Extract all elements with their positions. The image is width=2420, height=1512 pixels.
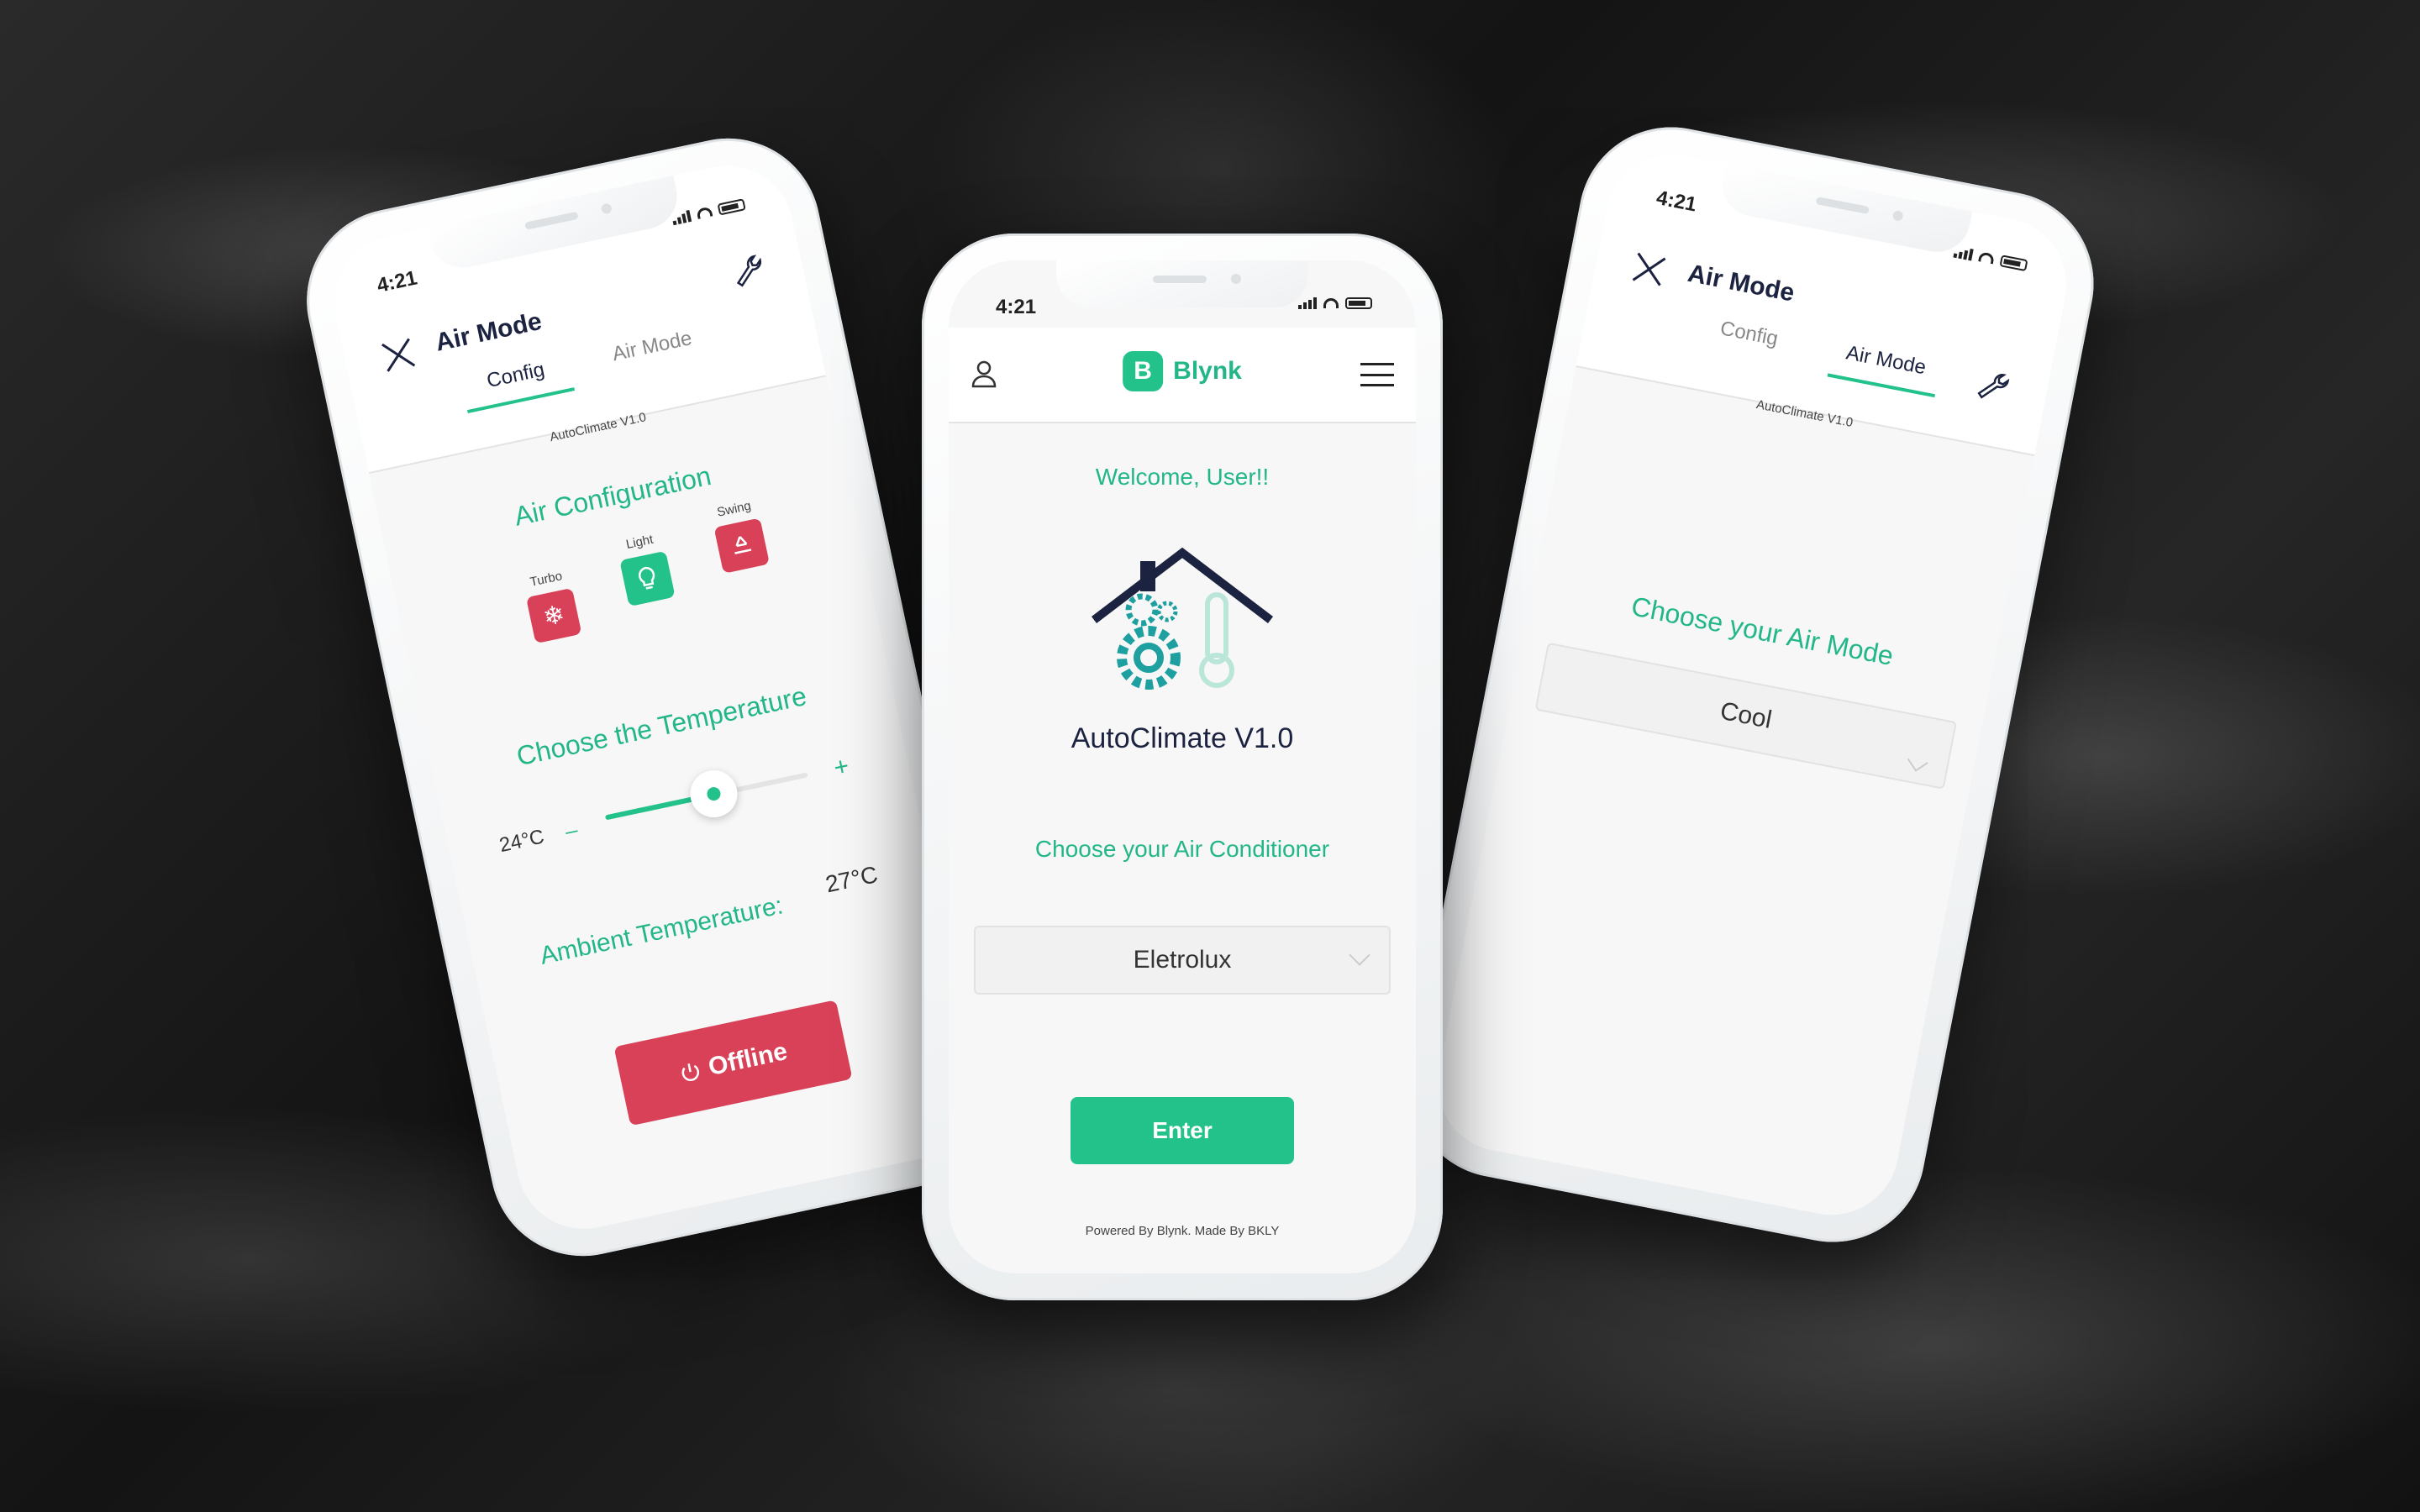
ambient-value: 27°C — [823, 861, 881, 898]
status-icons — [1298, 297, 1372, 309]
offline-label: Offline — [706, 1037, 790, 1082]
wrench-icon[interactable] — [729, 251, 768, 291]
home-header: B Blynk — [949, 328, 1416, 423]
decrease-button[interactable]: – — [563, 816, 581, 844]
house-climate-icon — [1091, 547, 1274, 690]
wifi-icon — [696, 206, 713, 220]
header-title: Air Mode — [1685, 259, 1797, 307]
tab-air-mode[interactable]: Air Mode — [597, 323, 712, 384]
signal-icon — [1953, 246, 1974, 261]
ambient-label: Ambient Temperature: — [537, 891, 786, 970]
option-label: Turbo — [529, 569, 564, 590]
tab-air-mode[interactable]: Air Mode — [1827, 339, 1942, 398]
option-light[interactable]: Light — [613, 530, 677, 607]
home-screen: 4:21 B Blynk Welcome, User!! AutoClimate… — [949, 260, 1416, 1273]
option-label: Swing — [715, 498, 753, 520]
status-icons — [1953, 246, 2028, 272]
wifi-icon — [1323, 298, 1339, 308]
hamburger-menu-icon[interactable] — [1360, 363, 1394, 386]
config-nav: Air Mode Config Air Mode AutoClimate V1.… — [334, 211, 825, 472]
footer-text: Powered By Blynk. Made By BKLY — [1085, 1224, 1280, 1238]
ac-dropdown[interactable]: Eletrolux — [974, 926, 1391, 995]
phone-home: 4:21 B Blynk Welcome, User!! AutoClimate… — [922, 234, 1443, 1300]
enter-button[interactable]: Enter — [1071, 1097, 1294, 1164]
user-icon[interactable] — [971, 360, 997, 388]
recycle-icon[interactable] — [713, 517, 770, 574]
snowflake-icon[interactable]: ❄ — [525, 587, 582, 644]
welcome-text: Welcome, User!! — [1095, 464, 1270, 490]
signal-icon — [671, 209, 692, 226]
blynk-logo: B Blynk — [1123, 351, 1242, 391]
wifi-icon — [1978, 251, 1996, 265]
dropdown-value: Cool — [1718, 696, 1775, 734]
tab-bar: Config Air Mode — [353, 301, 818, 436]
power-icon — [681, 1063, 699, 1082]
notch — [1056, 260, 1308, 307]
battery-icon — [1999, 255, 2028, 272]
header-title: Air Mode — [433, 307, 544, 357]
logo-text: Blynk — [1173, 357, 1242, 385]
signal-icon — [1298, 297, 1317, 309]
tab-bar: Config Air Mode — [1583, 291, 2049, 418]
air-mode-nav: Air Mode Config Air Mode AutoClimate V1.… — [1576, 201, 2067, 454]
offline-button[interactable]: Offline — [613, 1000, 853, 1126]
dropdown-value: Eletrolux — [1133, 946, 1232, 974]
battery-icon — [1345, 297, 1372, 309]
temp-value: 24°C — [497, 825, 546, 858]
slider-knob[interactable] — [686, 765, 742, 822]
tab-config[interactable]: Config — [460, 352, 576, 414]
status-time: 4:21 — [996, 296, 1037, 318]
app-name: AutoClimate V1.0 — [1071, 722, 1294, 754]
close-icon[interactable] — [379, 336, 417, 374]
option-swing[interactable]: Swing — [708, 497, 771, 575]
chevron-down-icon — [1349, 944, 1370, 966]
close-icon[interactable] — [1630, 250, 1668, 288]
logo-mark: B — [1123, 351, 1164, 391]
tab-config[interactable]: Config — [1691, 312, 1805, 371]
chevron-down-icon — [1907, 750, 1928, 772]
option-turbo[interactable]: Turbo ❄ — [520, 567, 584, 644]
status-icons — [671, 198, 746, 226]
option-label: Light — [624, 532, 655, 553]
battery-icon — [717, 198, 746, 216]
bulb-icon[interactable] — [619, 550, 676, 607]
choose-ac-label: Choose your Air Conditioner — [1034, 836, 1330, 862]
increase-button[interactable]: + — [831, 752, 851, 783]
